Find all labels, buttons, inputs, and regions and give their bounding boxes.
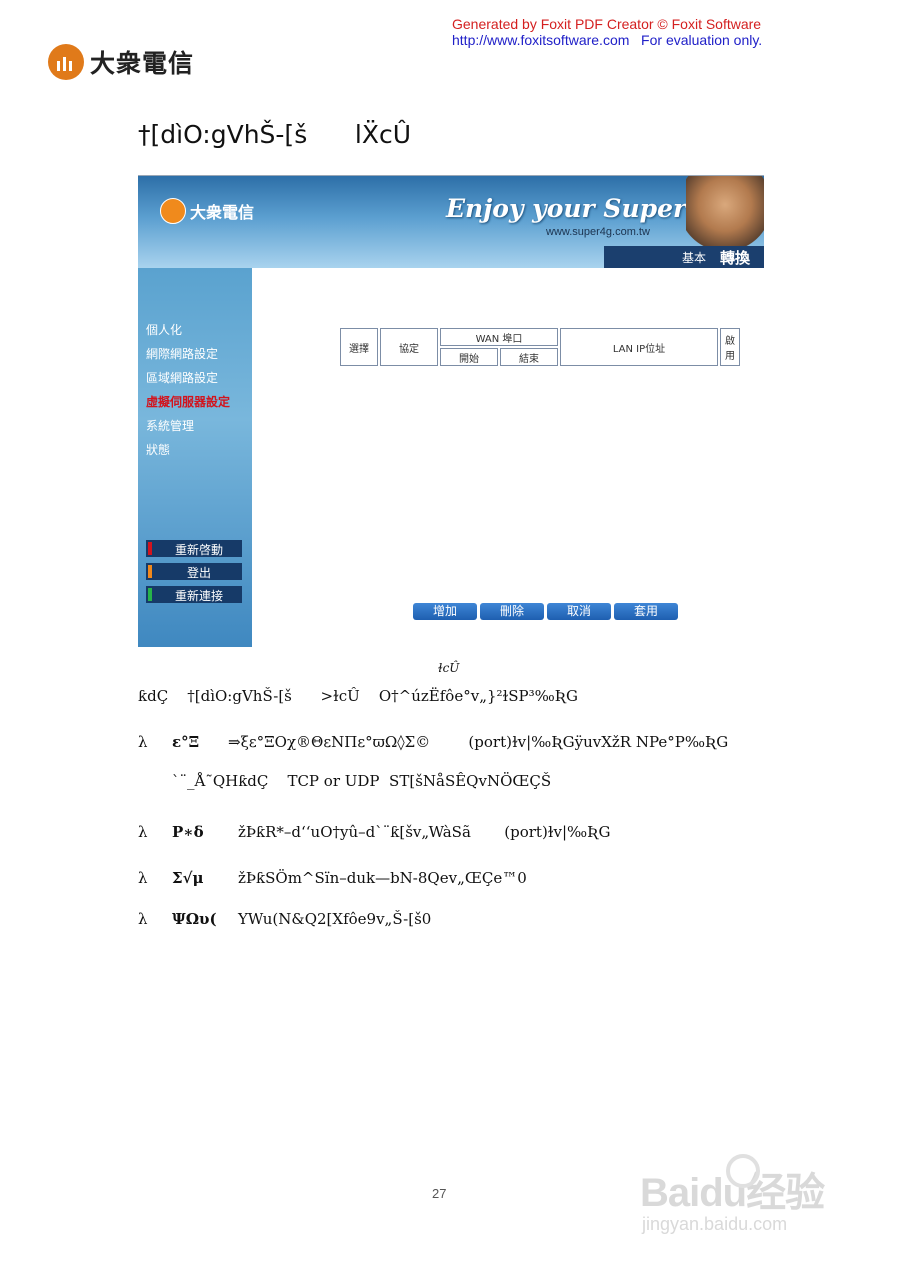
bullet-1-continuation: `¨_Å˜QHƙdÇ TCP or UDP ST[šNåSÊQvNÖŒÇŠ	[172, 772, 552, 790]
reboot-button[interactable]: 重新啓動	[146, 540, 242, 557]
sidebar-item-system[interactable]: 系統管理	[146, 417, 194, 434]
delete-button[interactable]: 刪除	[480, 603, 544, 620]
sidebar-item-personal[interactable]: 個人化	[146, 321, 182, 338]
logout-button[interactable]: 登出	[146, 563, 242, 580]
bullet-1: λ	[138, 733, 148, 751]
bullet-3-text: žÞƙSÖm^Sïn–duk—bN-8Qev„ŒÇe™0	[238, 869, 527, 887]
router-content	[252, 268, 764, 647]
col-protocol: 協定	[380, 328, 438, 366]
reconnect-indicator	[148, 588, 152, 601]
intro-paragraph: ƙdÇ †[dìO:gVhŠ-[š >ɫcÛ O†^úzËfôe°v„}²ɫSP…	[138, 687, 579, 705]
tab-advanced[interactable]: 轉換	[720, 247, 750, 268]
sidebar-item-status[interactable]: 狀態	[146, 441, 170, 458]
col-select: 選擇	[340, 328, 378, 366]
reconnect-button[interactable]: 重新連接	[146, 586, 242, 603]
page-number: 27	[432, 1186, 447, 1201]
router-navbar: 基本 轉換	[138, 246, 764, 268]
apply-button[interactable]: 套用	[614, 603, 678, 620]
bullet-4-text: YWu(N&Q2[Xfôe9v„Š-[š0	[238, 910, 432, 928]
router-screenshot: 大衆電信 Enjoy your Super 4G www.super4g.com…	[138, 175, 764, 647]
brand-name: 大衆電信	[90, 49, 195, 78]
col-end: 結束	[500, 348, 558, 366]
col-start: 開始	[440, 348, 498, 366]
baidu-watermark-url: jingyan.baidu.com	[642, 1214, 788, 1234]
bullet-3: λ	[138, 869, 148, 887]
logout-indicator	[148, 565, 152, 578]
sidebar-item-virtual-server[interactable]: 虛擬伺服器設定	[146, 393, 230, 410]
company-logo: 大衆電信	[48, 44, 194, 80]
paw-icon	[726, 1154, 760, 1188]
reconnect-label: 重新連接	[174, 589, 223, 603]
router-sidebar: 個人化 網際網路設定 區域網路設定 虛擬伺服器設定 系統管理 狀態 重新啓動 登…	[138, 268, 252, 647]
foxit-line-2: http://www.foxitsoftware.com For evaluat…	[452, 32, 763, 48]
brand-mark-icon	[48, 44, 84, 80]
reboot-label: 重新啓動	[174, 543, 223, 557]
sidebar-item-internet[interactable]: 網際網路設定	[146, 345, 218, 362]
foxit-line-1: Generated by Foxit PDF Creator © Foxit S…	[452, 16, 762, 32]
bullet-2-term: Ρ∗δ	[172, 823, 204, 841]
col-wan-port: WAN 埠口	[440, 328, 558, 346]
figure-caption: ɫcÛ	[438, 661, 460, 675]
router-logo: 大衆電信	[160, 198, 254, 224]
port-forward-table: 選擇 協定 WAN 埠口 LAN IP位址 啟用 開始 結束	[338, 326, 742, 368]
bullet-4-term: ΨΩυ(	[172, 910, 217, 928]
tab-basic[interactable]: 基本	[682, 249, 706, 266]
logout-label: 登出	[186, 566, 211, 580]
bullet-1-text: ⇒ξε°ΞΟχ®ΘεΝΠε°ϖΩ◊Σ© (port)ɫv|‰ƦGÿuvXžR N…	[228, 733, 729, 751]
add-button[interactable]: 增加	[413, 603, 477, 620]
router-url: www.super4g.com.tw	[546, 226, 650, 238]
bullet-2: λ	[138, 823, 148, 841]
col-enable: 啟用	[720, 328, 740, 366]
bullet-3-term: Σ√μ	[172, 869, 204, 887]
bullet-4: λ	[138, 910, 148, 928]
sidebar-item-lan[interactable]: 區域網路設定	[146, 369, 218, 386]
cancel-button[interactable]: 取消	[547, 603, 611, 620]
col-lan-ip: LAN IP位址	[560, 328, 718, 366]
router-logo-icon	[160, 198, 186, 224]
baidu-watermark: Baidu经验 jingyan.baidu.com	[640, 1154, 825, 1234]
bullet-1-term: ε°Ξ	[172, 733, 200, 751]
router-logo-text: 大衆電信	[190, 203, 255, 222]
page-heading: †[dìO:gVhŠ-[š lẌcÛ	[138, 120, 412, 149]
bullet-2-text: žÞƙR*–d‘‘uO†yû–d`¨ƙ[šv„WàSã (port)ɫv|‰ƦG	[238, 823, 611, 841]
reboot-indicator	[148, 542, 152, 555]
foxit-watermark: Generated by Foxit PDF Creator © Foxit S…	[452, 16, 762, 48]
